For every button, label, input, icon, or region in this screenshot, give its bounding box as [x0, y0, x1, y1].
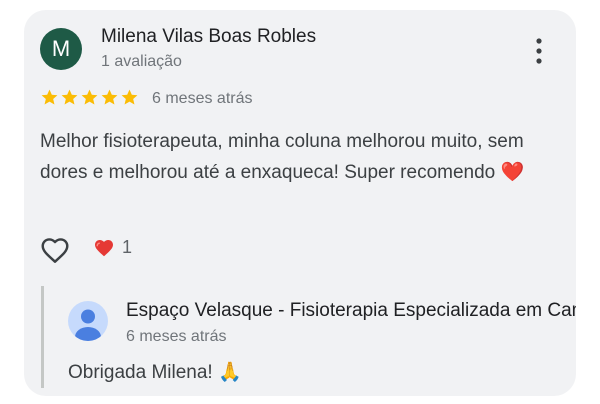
reaction-count: 1	[122, 236, 133, 257]
more-options-button[interactable]	[528, 36, 550, 66]
author-name[interactable]: Milena Vilas Boas Robles	[101, 26, 316, 48]
reply-text: Obrigada Milena! 🙏	[68, 362, 242, 383]
star-icon	[101, 89, 118, 105]
reply-author-name[interactable]: Espaço Velasque - Fisioterapia Especiali…	[126, 300, 576, 322]
star-icon	[121, 89, 138, 105]
star-icon	[61, 89, 78, 105]
reply-avatar[interactable]	[68, 301, 108, 341]
review-card: M Milena Vilas Boas Robles 1 avaliação 6…	[24, 10, 576, 396]
heart-outline-icon	[41, 238, 69, 263]
author-avatar[interactable]: M	[40, 28, 82, 70]
more-vert-icon	[536, 38, 542, 64]
review-body: Melhor fisioterapeuta, minha coluna melh…	[40, 126, 550, 188]
reply-divider	[41, 286, 44, 388]
author-review-count: 1 avaliação	[101, 53, 182, 70]
heart-emoji: ❤️	[500, 162, 525, 183]
star-icon	[81, 89, 98, 105]
default-user-avatar-icon	[68, 301, 108, 341]
reaction-summary[interactable]: 1	[92, 236, 132, 258]
star-rating	[40, 88, 139, 107]
like-button[interactable]	[38, 234, 74, 266]
reply-date: 6 meses atrás	[126, 328, 227, 345]
review-text: Melhor fisioterapeuta, minha coluna melh…	[40, 131, 524, 183]
review-date: 6 meses atrás	[152, 90, 253, 107]
star-icon	[41, 89, 58, 105]
heart-icon	[95, 240, 113, 257]
